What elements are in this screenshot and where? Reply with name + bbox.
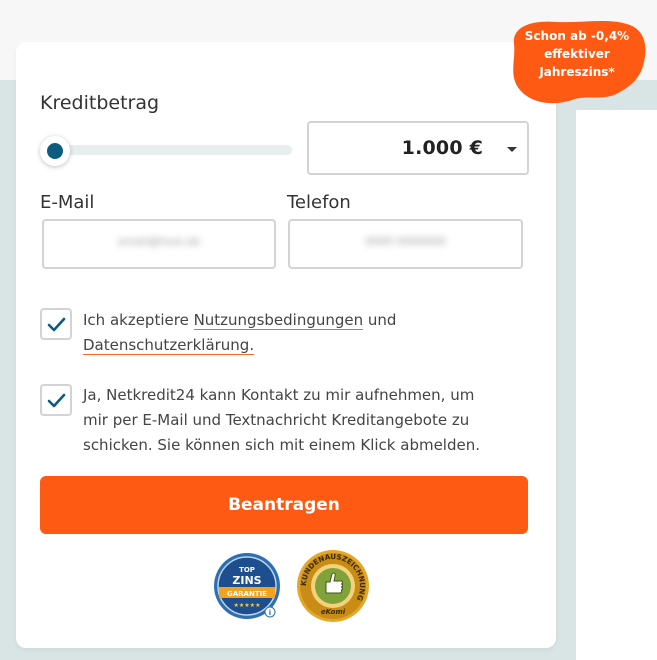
page-background-right	[576, 110, 657, 660]
terms-consent-text: Ich akzeptiere Nutzungsbedingungen und D…	[83, 308, 503, 358]
terms-text-before: Ich akzeptiere	[83, 311, 194, 329]
chevron-down-icon	[507, 147, 517, 152]
email-label: E-Mail	[40, 192, 95, 213]
badge-line-3: Jahreszins*	[539, 65, 615, 79]
contact-consent-text: Ja, Netkredit24 kann Kontakt zu mir aufn…	[83, 386, 481, 454]
seal-top-text: TOP	[239, 566, 255, 574]
terms-checkbox[interactable]	[40, 308, 72, 340]
phone-field[interactable]: 0000 0000000	[288, 219, 523, 269]
phone-value-blurred: 0000 0000000	[365, 235, 446, 248]
loan-amount-label: Kreditbetrag	[40, 92, 160, 114]
badge-line-2: effektiver	[544, 47, 610, 61]
loan-amount-value: 1.000 €	[401, 137, 483, 159]
apply-button[interactable]: Beantragen	[40, 476, 528, 534]
loan-amount-slider-track[interactable]	[40, 145, 292, 155]
badge-line-1: Schon ab -0,4%	[524, 29, 630, 43]
email-field[interactable]: email@host.de	[42, 219, 276, 269]
seal-garantie-text: GARANTIE	[227, 590, 267, 598]
checkmark-icon	[47, 393, 66, 408]
interest-rate-badge: Schon ab -0,4% effektiver Jahreszins*	[502, 14, 652, 110]
ekomi-brand-text: eKomi	[321, 608, 346, 616]
terms-of-use-link[interactable]: Nutzungsbedingungen	[193, 311, 364, 330]
loan-amount-select[interactable]: 1.000 €	[307, 121, 529, 175]
checkmark-icon	[47, 317, 66, 332]
privacy-policy-link[interactable]: Datenschutzerklärung.	[83, 336, 255, 355]
svg-text:i: i	[269, 609, 271, 617]
top-zins-garantie-seal: TOP ZINS GARANTIE ★★★★★ i	[212, 550, 282, 622]
contact-consent-checkbox[interactable]	[40, 384, 72, 416]
top-zins-seal-icon: TOP ZINS GARANTIE ★★★★★ i	[214, 553, 280, 619]
terms-text-middle: und	[363, 311, 397, 329]
email-value-blurred: email@host.de	[117, 235, 201, 248]
svg-text:★★★★★: ★★★★★	[234, 602, 261, 609]
ekomi-seal-icon: KUNDENAUSZEICHNUNG eKomi	[297, 550, 369, 622]
phone-label: Telefon	[287, 192, 351, 213]
ekomi-award-seal: KUNDENAUSZEICHNUNG eKomi	[296, 548, 370, 624]
seal-zins-text: ZINS	[232, 574, 261, 587]
loan-amount-slider-thumb[interactable]	[40, 136, 70, 166]
